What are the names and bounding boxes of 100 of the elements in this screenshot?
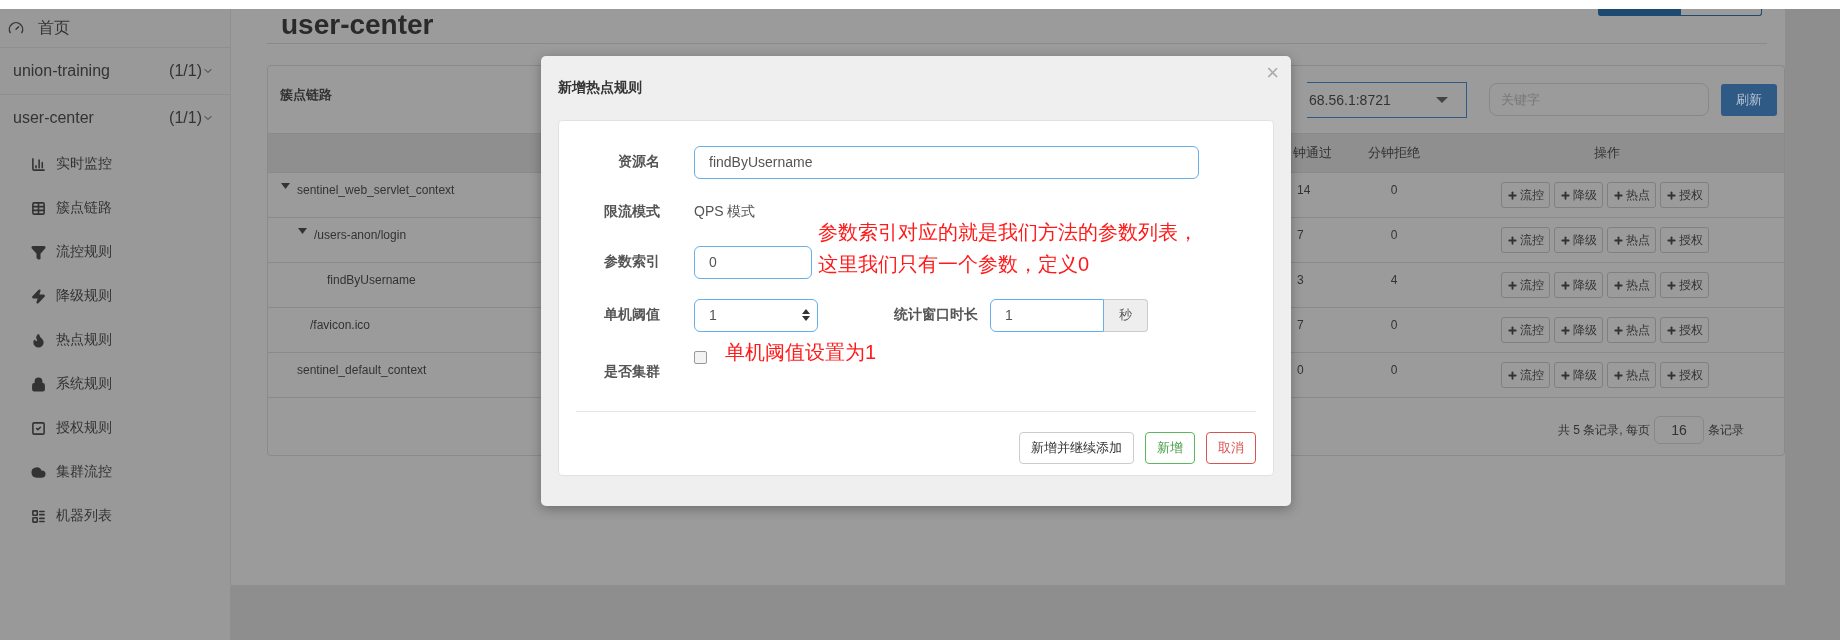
action-button[interactable]: 降级 <box>1553 362 1603 388</box>
spinner-icon[interactable] <box>801 308 811 322</box>
plus-icon <box>1665 189 1677 201</box>
plus-icon <box>1559 369 1571 381</box>
plus-icon <box>1506 324 1518 336</box>
cloud-icon <box>31 464 46 480</box>
field-label: 统计窗口时长 <box>894 306 978 324</box>
plus-icon <box>1612 369 1624 381</box>
column-header: 钟通过 <box>1293 144 1332 162</box>
table-cell-text: 3 <box>1296 273 1304 287</box>
action-button[interactable]: 热点 <box>1606 272 1656 298</box>
plus-icon <box>1612 234 1624 246</box>
plus-icon <box>1665 234 1677 246</box>
caret-icon[interactable] <box>281 183 290 189</box>
action-button[interactable]: 授权 <box>1659 317 1709 343</box>
action-button[interactable]: 降级 <box>1553 227 1603 253</box>
table-cell: 4 <box>1390 273 1398 287</box>
number-field[interactable]: 1 <box>694 298 818 332</box>
table-cell-text: 7 <box>1296 228 1304 242</box>
field-label: 是否集群 <box>603 362 660 381</box>
plus-icon <box>1612 189 1624 201</box>
action-button[interactable]: 授权 <box>1659 227 1709 253</box>
lock-icon <box>31 376 46 392</box>
action-button[interactable]: 流控 <box>1500 362 1550 388</box>
annotation-text: 参数索引对应的就是我们方法的参数列表， 这里我们只有一个参数，定义0 <box>818 220 1198 277</box>
sidebar-item[interactable]: 降级规则 <box>0 274 230 318</box>
input-field[interactable]: 0 <box>694 245 812 279</box>
field-value: QPS 模式 <box>694 203 756 221</box>
toggle-button[interactable] <box>1680 9 1762 16</box>
page-size-field[interactable]: 16 <box>1654 416 1704 444</box>
app-count: (1/1) <box>169 62 202 80</box>
plus-icon <box>1559 279 1571 291</box>
sidebar-item[interactable]: 簇点链路 <box>0 186 230 230</box>
resource-name: /users-anon/login <box>314 228 407 242</box>
app-name: user-center <box>13 109 94 127</box>
column-header: 操作 <box>1594 144 1620 162</box>
table-cell-text: 0 <box>1296 363 1304 377</box>
lightning-icon <box>31 288 46 304</box>
plus-icon <box>1506 369 1518 381</box>
refresh-button[interactable]: 刷新 <box>1721 83 1777 116</box>
caret-icon[interactable] <box>298 228 307 234</box>
table-cell-text: 14 <box>1296 183 1311 197</box>
panel-title: 簇点链路 <box>280 85 332 104</box>
action-button[interactable]: 热点 <box>1606 362 1656 388</box>
plus-icon <box>1665 369 1677 381</box>
plus-icon <box>1612 324 1624 336</box>
action-button[interactable]: 降级 <box>1553 272 1603 298</box>
checkbox[interactable] <box>694 351 707 364</box>
action-button[interactable]: 流控 <box>1500 227 1550 253</box>
sidebar-item[interactable]: 系统规则 <box>0 362 230 406</box>
action-button[interactable]: 授权 <box>1659 272 1709 298</box>
action-button[interactable]: 流控 <box>1500 317 1550 343</box>
table-cell-text: 7 <box>1296 318 1304 332</box>
plus-icon <box>1559 189 1571 201</box>
action-button[interactable]: 降级 <box>1553 317 1603 343</box>
dialog-button[interactable]: 取消 <box>1206 432 1256 464</box>
dialog-button[interactable]: 新增并继续添加 <box>1019 432 1134 464</box>
field-label: 参数索引 <box>603 253 660 271</box>
table-cell: 0 <box>1390 363 1398 377</box>
column-header: 分钟拒绝 <box>1368 144 1420 162</box>
flame-icon <box>31 332 46 348</box>
action-button[interactable]: 流控 <box>1500 272 1550 298</box>
field-label: 限流模式 <box>603 203 660 221</box>
sidebar-item[interactable]: 机器列表 <box>0 494 230 538</box>
sidebar-item[interactable]: 实时监控 <box>0 142 230 186</box>
sidebar-item[interactable]: 流控规则 <box>0 230 230 274</box>
app-item[interactable]: user-center (1/1) <box>0 95 230 142</box>
app-count: (1/1) <box>169 109 202 127</box>
action-button[interactable]: 热点 <box>1606 182 1656 208</box>
app-item[interactable]: union-training (1/1) <box>0 48 230 95</box>
resource-name: sentinel_web_servlet_context <box>297 183 455 197</box>
checkbox-icon <box>31 420 46 436</box>
unit-label: 秒 <box>1104 298 1148 332</box>
pagination-text: 条记录 <box>1708 421 1744 439</box>
field-label: 单机阈值 <box>603 306 660 324</box>
sidebar-item[interactable]: 热点规则 <box>0 318 230 362</box>
action-button[interactable]: 降级 <box>1553 182 1603 208</box>
action-button[interactable]: 热点 <box>1606 227 1656 253</box>
dialog-title: 新增热点规则 <box>558 79 642 97</box>
plus-icon <box>1506 189 1518 201</box>
action-button[interactable]: 授权 <box>1659 182 1709 208</box>
list-icon <box>31 508 46 524</box>
resource-name: /favicon.ico <box>310 318 371 332</box>
dialog-button[interactable]: 新增 <box>1145 432 1195 464</box>
plus-icon <box>1559 324 1571 336</box>
machine-select[interactable]: 68.56.1:8721 <box>1307 81 1467 118</box>
app-name: union-training <box>13 62 110 80</box>
toggle-button[interactable] <box>1598 9 1680 16</box>
resource-name: sentinel_default_context <box>297 363 427 377</box>
pagination-text: 共 5 条记录, 每页 <box>1558 421 1650 439</box>
sidebar-item[interactable]: 集群流控 <box>0 450 230 494</box>
sidebar-item[interactable]: 授权规则 <box>0 406 230 450</box>
input-field[interactable]: findByUsername <box>694 145 1199 179</box>
plus-icon <box>1506 234 1518 246</box>
plus-icon <box>1506 279 1518 291</box>
action-button[interactable]: 授权 <box>1659 362 1709 388</box>
plus-icon <box>1612 279 1624 291</box>
action-button[interactable]: 流控 <box>1500 182 1550 208</box>
input-field[interactable]: 1 <box>990 298 1104 332</box>
action-button[interactable]: 热点 <box>1606 317 1656 343</box>
